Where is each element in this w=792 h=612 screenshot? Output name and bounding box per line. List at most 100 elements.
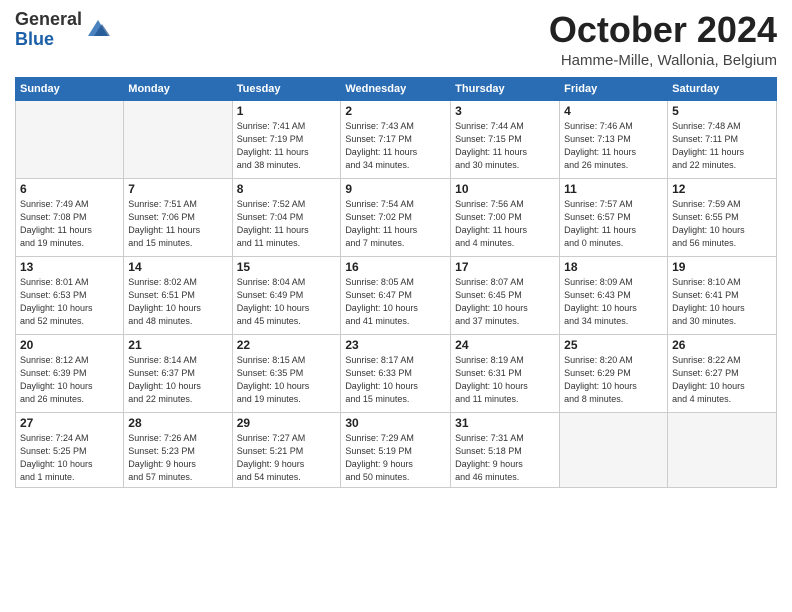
day-number: 15 — [237, 260, 337, 274]
weekday-header-monday: Monday — [124, 77, 232, 100]
day-number: 9 — [345, 182, 446, 196]
calendar-cell: 28 Sunrise: 7:26 AMSunset: 5:23 PMDayligh… — [124, 412, 232, 487]
day-info: Sunrise: 8:01 AMSunset: 6:53 PMDaylight:… — [20, 276, 119, 328]
calendar-cell: 30 Sunrise: 7:29 AMSunset: 5:19 PMDayligh… — [341, 412, 451, 487]
logo: General Blue — [15, 10, 112, 50]
day-number: 14 — [128, 260, 227, 274]
day-number: 27 — [20, 416, 119, 430]
calendar-cell: 17 Sunrise: 8:07 AMSunset: 6:45 PMDayligh… — [451, 256, 560, 334]
calendar-cell: 2 Sunrise: 7:43 AMSunset: 7:17 PMDaylight… — [341, 100, 451, 178]
day-info: Sunrise: 7:57 AMSunset: 6:57 PMDaylight:… — [564, 198, 663, 250]
calendar-cell — [124, 100, 232, 178]
day-info: Sunrise: 8:20 AMSunset: 6:29 PMDaylight:… — [564, 354, 663, 406]
calendar-cell: 3Sunrise: 7:44 AMSunset: 7:15 PMDaylight… — [451, 100, 560, 178]
calendar-table: SundayMondayTuesdayWednesdayThursdayFrid… — [15, 77, 777, 488]
day-info: Sunrise: 7:56 AMSunset: 7:00 PMDaylight:… — [455, 198, 555, 250]
weekday-header-friday: Friday — [560, 77, 668, 100]
calendar-cell — [560, 412, 668, 487]
calendar-cell: 15 Sunrise: 8:04 AMSunset: 6:49 PMDayligh… — [232, 256, 341, 334]
calendar-cell: 23Sunrise: 8:17 AMSunset: 6:33 PMDayligh… — [341, 334, 451, 412]
day-info: Sunrise: 7:31 AMSunset: 5:18 PMDaylight:… — [455, 432, 555, 484]
calendar-cell: 29Sunrise: 7:27 AMSunset: 5:21 PMDayligh… — [232, 412, 341, 487]
calendar-cell: 19 Sunrise: 8:10 AMSunset: 6:41 PMDayligh… — [668, 256, 777, 334]
day-info: Sunrise: 7:24 AMSunset: 5:25 PMDaylight:… — [20, 432, 119, 484]
calendar-cell: 20 Sunrise: 8:12 AMSunset: 6:39 PMDayligh… — [16, 334, 124, 412]
day-info: Sunrise: 7:48 AMSunset: 7:11 PMDaylight:… — [672, 120, 772, 172]
day-number: 31 — [455, 416, 555, 430]
calendar-cell: 16Sunrise: 8:05 AMSunset: 6:47 PMDayligh… — [341, 256, 451, 334]
calendar-cell: 31 Sunrise: 7:31 AMSunset: 5:18 PMDayligh… — [451, 412, 560, 487]
day-info: Sunrise: 8:04 AMSunset: 6:49 PMDaylight:… — [237, 276, 337, 328]
day-number: 18 — [564, 260, 663, 274]
day-number: 12 — [672, 182, 772, 196]
day-info: Sunrise: 8:05 AMSunset: 6:47 PMDaylight:… — [345, 276, 446, 328]
calendar-cell: 22Sunrise: 8:15 AMSunset: 6:35 PMDayligh… — [232, 334, 341, 412]
day-info: Sunrise: 8:19 AMSunset: 6:31 PMDaylight:… — [455, 354, 555, 406]
calendar-cell: 7Sunrise: 7:51 AMSunset: 7:06 PMDaylight… — [124, 178, 232, 256]
day-number: 30 — [345, 416, 446, 430]
page: General Blue October 2024 Hamme-Mille, W… — [0, 0, 792, 612]
weekday-header-saturday: Saturday — [668, 77, 777, 100]
day-info: Sunrise: 8:12 AMSunset: 6:39 PMDaylight:… — [20, 354, 119, 406]
calendar-cell: 26Sunrise: 8:22 AMSunset: 6:27 PMDayligh… — [668, 334, 777, 412]
week-row-0: 1 Sunrise: 7:41 AMSunset: 7:19 PMDaylight… — [16, 100, 777, 178]
location-title: Hamme-Mille, Wallonia, Belgium — [549, 52, 777, 69]
day-number: 28 — [128, 416, 227, 430]
weekday-header-wednesday: Wednesday — [341, 77, 451, 100]
day-info: Sunrise: 7:51 AMSunset: 7:06 PMDaylight:… — [128, 198, 227, 250]
calendar-cell: 25Sunrise: 8:20 AMSunset: 6:29 PMDayligh… — [560, 334, 668, 412]
day-number: 20 — [20, 338, 119, 352]
day-number: 17 — [455, 260, 555, 274]
header: General Blue October 2024 Hamme-Mille, W… — [15, 10, 777, 69]
day-number: 2 — [345, 104, 446, 118]
day-info: Sunrise: 7:59 AMSunset: 6:55 PMDaylight:… — [672, 198, 772, 250]
day-number: 6 — [20, 182, 119, 196]
day-info: Sunrise: 7:27 AMSunset: 5:21 PMDaylight:… — [237, 432, 337, 484]
day-number: 4 — [564, 104, 663, 118]
day-info: Sunrise: 8:02 AMSunset: 6:51 PMDaylight:… — [128, 276, 227, 328]
logo-blue-text: Blue — [15, 30, 82, 50]
day-number: 21 — [128, 338, 227, 352]
calendar-cell: 27 Sunrise: 7:24 AMSunset: 5:25 PMDayligh… — [16, 412, 124, 487]
day-number: 19 — [672, 260, 772, 274]
calendar-cell — [668, 412, 777, 487]
day-info: Sunrise: 7:54 AMSunset: 7:02 PMDaylight:… — [345, 198, 446, 250]
day-info: Sunrise: 8:10 AMSunset: 6:41 PMDaylight:… — [672, 276, 772, 328]
day-number: 24 — [455, 338, 555, 352]
day-info: Sunrise: 8:09 AMSunset: 6:43 PMDaylight:… — [564, 276, 663, 328]
calendar-cell: 21Sunrise: 8:14 AMSunset: 6:37 PMDayligh… — [124, 334, 232, 412]
week-row-4: 27 Sunrise: 7:24 AMSunset: 5:25 PMDayligh… — [16, 412, 777, 487]
calendar-cell: 6Sunrise: 7:49 AMSunset: 7:08 PMDaylight… — [16, 178, 124, 256]
weekday-header-sunday: Sunday — [16, 77, 124, 100]
day-number: 10 — [455, 182, 555, 196]
calendar-cell: 14 Sunrise: 8:02 AMSunset: 6:51 PMDayligh… — [124, 256, 232, 334]
day-info: Sunrise: 7:41 AMSunset: 7:19 PMDaylight:… — [237, 120, 337, 172]
calendar-cell: 11 Sunrise: 7:57 AMSunset: 6:57 PMDayligh… — [560, 178, 668, 256]
month-title: October 2024 — [549, 10, 777, 50]
day-number: 13 — [20, 260, 119, 274]
day-info: Sunrise: 7:46 AMSunset: 7:13 PMDaylight:… — [564, 120, 663, 172]
calendar-cell: 9 Sunrise: 7:54 AMSunset: 7:02 PMDaylight… — [341, 178, 451, 256]
day-number: 5 — [672, 104, 772, 118]
day-info: Sunrise: 8:07 AMSunset: 6:45 PMDaylight:… — [455, 276, 555, 328]
day-info: Sunrise: 8:22 AMSunset: 6:27 PMDaylight:… — [672, 354, 772, 406]
day-number: 11 — [564, 182, 663, 196]
calendar-cell: 10 Sunrise: 7:56 AMSunset: 7:00 PMDayligh… — [451, 178, 560, 256]
day-number: 1 — [237, 104, 337, 118]
calendar-cell: 5 Sunrise: 7:48 AMSunset: 7:11 PMDaylight… — [668, 100, 777, 178]
calendar-cell — [16, 100, 124, 178]
calendar-cell: 1 Sunrise: 7:41 AMSunset: 7:19 PMDaylight… — [232, 100, 341, 178]
day-info: Sunrise: 7:29 AMSunset: 5:19 PMDaylight:… — [345, 432, 446, 484]
weekday-header-row: SundayMondayTuesdayWednesdayThursdayFrid… — [16, 77, 777, 100]
day-info: Sunrise: 7:26 AMSunset: 5:23 PMDaylight:… — [128, 432, 227, 484]
calendar-cell: 13 Sunrise: 8:01 AMSunset: 6:53 PMDayligh… — [16, 256, 124, 334]
calendar-cell: 18 Sunrise: 8:09 AMSunset: 6:43 PMDayligh… — [560, 256, 668, 334]
day-info: Sunrise: 7:43 AMSunset: 7:17 PMDaylight:… — [345, 120, 446, 172]
week-row-2: 13 Sunrise: 8:01 AMSunset: 6:53 PMDayligh… — [16, 256, 777, 334]
day-info: Sunrise: 8:15 AMSunset: 6:35 PMDaylight:… — [237, 354, 337, 406]
weekday-header-tuesday: Tuesday — [232, 77, 341, 100]
calendar-cell: 4 Sunrise: 7:46 AMSunset: 7:13 PMDaylight… — [560, 100, 668, 178]
logo-general-text: General — [15, 10, 82, 30]
title-section: October 2024 Hamme-Mille, Wallonia, Belg… — [549, 10, 777, 69]
week-row-1: 6Sunrise: 7:49 AMSunset: 7:08 PMDaylight… — [16, 178, 777, 256]
